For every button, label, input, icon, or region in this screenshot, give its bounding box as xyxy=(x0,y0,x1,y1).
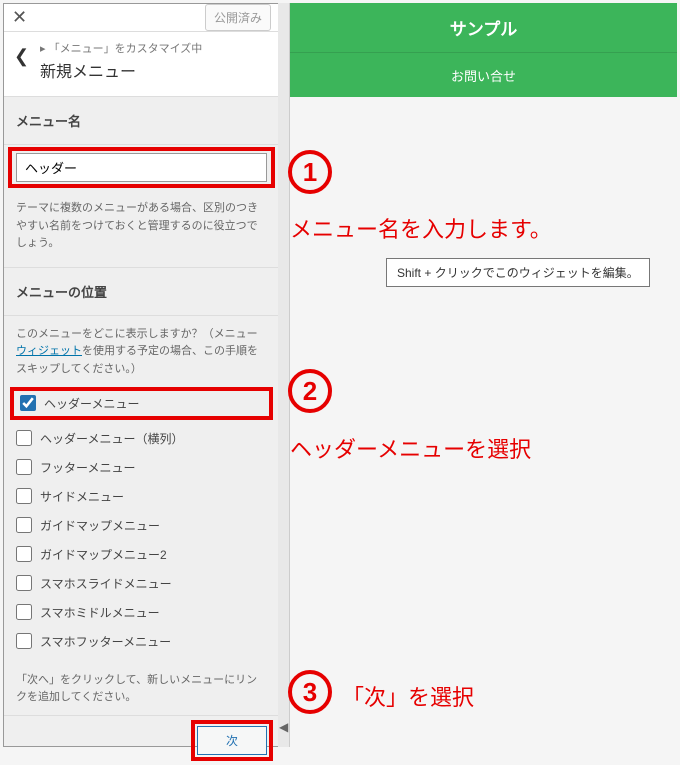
checkbox[interactable] xyxy=(20,395,36,411)
edit-widget-tooltip: Shift + クリックでこのウィジェットを編集。 xyxy=(386,258,650,287)
close-icon[interactable]: ✕ xyxy=(12,7,42,28)
customizer-topbar: ✕ 公開済み xyxy=(4,4,279,32)
menu-name-input-wrap xyxy=(8,147,275,188)
site-preview: サンプル お問い合せ xyxy=(290,3,677,103)
preview-title: サンプル xyxy=(290,3,677,53)
menu-location-desc: このメニューをどこに表示しますか？（メニューウィジェットを使用する予定の場合、こ… xyxy=(4,316,279,387)
preview-contact-link[interactable]: お問い合せ xyxy=(290,53,677,97)
back-icon[interactable]: ❮ xyxy=(14,40,34,67)
checkbox[interactable] xyxy=(16,517,32,533)
checkbox[interactable] xyxy=(16,546,32,562)
annotation-badge-2: 2 xyxy=(288,369,332,413)
checkbox[interactable] xyxy=(16,459,32,475)
breadcrumb: ❮ ▸ 「メニュー」をカスタマイズ中 新規メニュー xyxy=(4,32,279,97)
collapse-bar[interactable] xyxy=(278,3,290,747)
menu-name-helper: テーマに複数のメニューがある場合、区別のつきやすい名前をつけておくと管理するのに… xyxy=(4,192,279,268)
loc-sp-middle-menu[interactable]: スマホミドルメニュー xyxy=(12,598,271,627)
customizer-sidebar: ✕ 公開済み ❮ ▸ 「メニュー」をカスタマイズ中 新規メニュー メニュー名 テ… xyxy=(3,3,280,747)
collapse-icon[interactable]: ◀ xyxy=(279,720,288,734)
loc-header-menu-horizontal[interactable]: ヘッダーメニュー（横列） xyxy=(12,424,271,453)
annotation-text-3: 「次」を選択 xyxy=(342,680,474,712)
checkbox[interactable] xyxy=(16,633,32,649)
loc-sp-slide-menu[interactable]: スマホスライドメニュー xyxy=(12,569,271,598)
annotation-badge-3: 3 xyxy=(288,670,332,714)
publish-button[interactable]: 公開済み xyxy=(205,4,271,31)
checkbox[interactable] xyxy=(16,488,32,504)
loc-guidemap-menu[interactable]: ガイドマップメニュー xyxy=(12,511,271,540)
loc-guidemap-menu-2[interactable]: ガイドマップメニュー2 xyxy=(12,540,271,569)
next-step-desc: 「次へ」をクリックして、新しいメニューにリンクを追加してください。 xyxy=(4,664,279,715)
loc-side-menu[interactable]: サイドメニュー xyxy=(12,482,271,511)
page-title: 新規メニュー xyxy=(40,58,269,82)
section-header-menu-location: メニューの位置 xyxy=(4,268,279,316)
next-button[interactable]: 次 xyxy=(197,726,267,755)
breadcrumb-context: ▸ 「メニュー」をカスタマイズ中 xyxy=(40,40,269,56)
widget-link[interactable]: ウィジェット xyxy=(16,345,82,357)
loc-sp-footer-menu[interactable]: スマホフッターメニュー xyxy=(12,627,271,656)
menu-location-list: ヘッダーメニュー ヘッダーメニュー（横列） フッターメニュー サイドメニュー ガ… xyxy=(4,387,279,664)
checkbox[interactable] xyxy=(16,575,32,591)
annotation-badge-1: 1 xyxy=(288,150,332,194)
section-header-menu-name: メニュー名 xyxy=(4,97,279,145)
annotation-text-2: ヘッダーメニューを選択 xyxy=(290,432,531,464)
loc-footer-menu[interactable]: フッターメニュー xyxy=(12,453,271,482)
checkbox[interactable] xyxy=(16,430,32,446)
loc-header-menu[interactable]: ヘッダーメニュー xyxy=(10,387,273,420)
sidebar-footer: 次 xyxy=(4,715,279,765)
checkbox[interactable] xyxy=(16,604,32,620)
menu-name-input[interactable] xyxy=(16,153,267,182)
annotation-text-1: メニュー名を入力します。 xyxy=(290,212,552,244)
